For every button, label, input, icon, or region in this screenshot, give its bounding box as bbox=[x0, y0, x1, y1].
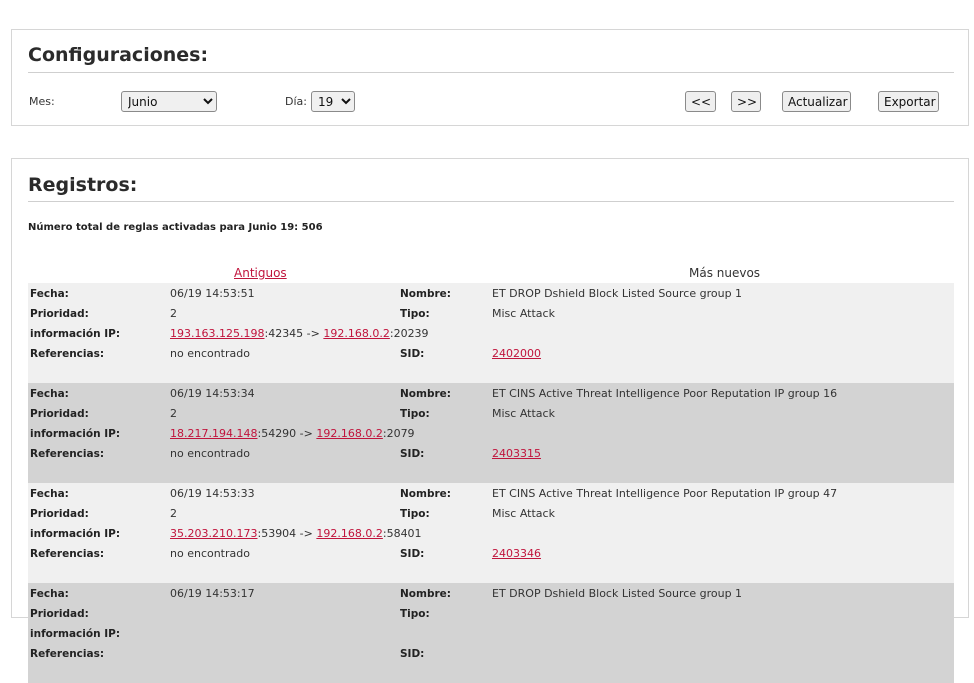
destination-port: :58401 bbox=[382, 527, 422, 540]
logs-panel: Registros: Número total de reglas activa… bbox=[11, 158, 969, 683]
day-select[interactable]: 19 bbox=[311, 91, 355, 112]
name-key: Nombre: bbox=[400, 288, 451, 300]
type-key: Tipo: bbox=[400, 608, 430, 620]
priority-key: Prioridad: bbox=[30, 408, 89, 420]
arrow-text: -> bbox=[296, 427, 317, 440]
date-key: Fecha: bbox=[30, 288, 69, 300]
destination-port: :20239 bbox=[389, 327, 429, 340]
destination-ip-link[interactable]: 192.168.0.2 bbox=[323, 327, 389, 340]
source-ip-link[interactable]: 193.163.125.198 bbox=[170, 327, 264, 340]
source-ip-link[interactable]: 18.217.194.148 bbox=[170, 427, 257, 440]
type-value: Misc Attack bbox=[492, 407, 555, 420]
date-value: 06/19 14:53:51 bbox=[170, 287, 255, 300]
source-ip-link[interactable]: 35.203.210.173 bbox=[170, 527, 257, 540]
ip-info-key: información IP: bbox=[30, 428, 121, 440]
references-key: Referencias: bbox=[30, 448, 105, 460]
ip-info-key: información IP: bbox=[30, 328, 121, 340]
log-record: Fecha: 06/19 14:53:33 Nombre: ET CINS Ac… bbox=[28, 483, 954, 583]
config-panel: Configuraciones: Mes: Junio Día: 19 << >… bbox=[11, 29, 969, 126]
next-day-button[interactable]: >> bbox=[731, 91, 761, 112]
sid-key: SID: bbox=[400, 548, 425, 560]
type-value: Misc Attack bbox=[492, 307, 555, 320]
date-key: Fecha: bbox=[30, 488, 69, 500]
date-key: Fecha: bbox=[30, 388, 69, 400]
rule-name-value: ET DROP Dshield Block Listed Source grou… bbox=[492, 287, 743, 300]
ip-info-key: información IP: bbox=[30, 528, 121, 540]
rule-name-value: ET CINS Active Threat Intelligence Poor … bbox=[492, 487, 838, 500]
destination-port: :2079 bbox=[382, 427, 415, 440]
refresh-button[interactable]: Actualizar bbox=[782, 91, 851, 112]
sid-key: SID: bbox=[400, 348, 425, 360]
type-key: Tipo: bbox=[400, 508, 430, 520]
log-record: Fecha: 06/19 14:53:17 Nombre: ET DROP Ds… bbox=[28, 583, 954, 683]
newer-label: Más nuevos bbox=[689, 266, 761, 280]
config-title-divider bbox=[28, 72, 954, 73]
sid-key: SID: bbox=[400, 648, 425, 660]
priority-value: 2 bbox=[170, 407, 177, 420]
priority-key: Prioridad: bbox=[30, 508, 89, 520]
sid-key: SID: bbox=[400, 448, 425, 460]
config-title: Configuraciones: bbox=[28, 44, 209, 66]
name-key: Nombre: bbox=[400, 488, 451, 500]
total-rules-text: Número total de reglas activadas para Ju… bbox=[28, 222, 323, 233]
type-key: Tipo: bbox=[400, 408, 430, 420]
priority-value: 2 bbox=[170, 507, 177, 520]
type-key: Tipo: bbox=[400, 308, 430, 320]
log-record: Fecha: 06/19 14:53:51 Nombre: ET DROP Ds… bbox=[28, 283, 954, 383]
references-key: Referencias: bbox=[30, 348, 105, 360]
logs-title-divider bbox=[28, 201, 954, 202]
type-value: Misc Attack bbox=[492, 507, 555, 520]
sid-link[interactable]: 2403346 bbox=[492, 547, 541, 561]
log-record: Fecha: 06/19 14:53:34 Nombre: ET CINS Ac… bbox=[28, 383, 954, 483]
day-label: Día: bbox=[285, 95, 307, 108]
month-select[interactable]: Junio bbox=[121, 91, 217, 112]
source-port: :42345 bbox=[264, 327, 304, 340]
rule-name-value: ET CINS Active Threat Intelligence Poor … bbox=[492, 387, 838, 400]
arrow-text: -> bbox=[296, 527, 317, 540]
references-value: no encontrado bbox=[170, 347, 250, 360]
older-link[interactable]: Antiguos bbox=[234, 266, 287, 280]
ip-info-value: 193.163.125.198:42345 -> 192.168.0.2:202… bbox=[170, 327, 429, 341]
arrow-text: -> bbox=[303, 327, 324, 340]
date-value: 06/19 14:53:17 bbox=[170, 587, 255, 600]
destination-ip-link[interactable]: 192.168.0.2 bbox=[316, 427, 382, 440]
date-key: Fecha: bbox=[30, 588, 69, 600]
priority-key: Prioridad: bbox=[30, 308, 89, 320]
source-port: :53904 bbox=[257, 527, 297, 540]
priority-value: 2 bbox=[170, 307, 177, 320]
records-list: Fecha: 06/19 14:53:51 Nombre: ET DROP Ds… bbox=[28, 283, 954, 683]
destination-ip-link[interactable]: 192.168.0.2 bbox=[316, 527, 382, 540]
references-value: no encontrado bbox=[170, 547, 250, 560]
prev-day-button[interactable]: << bbox=[685, 91, 716, 112]
export-button[interactable]: Exportar bbox=[878, 91, 939, 112]
sid-link[interactable]: 2402000 bbox=[492, 347, 541, 361]
ip-info-value: 35.203.210.173:53904 -> 192.168.0.2:5840… bbox=[170, 527, 422, 541]
date-value: 06/19 14:53:34 bbox=[170, 387, 255, 400]
rule-name-value: ET DROP Dshield Block Listed Source grou… bbox=[492, 587, 743, 600]
references-value: no encontrado bbox=[170, 447, 250, 460]
name-key: Nombre: bbox=[400, 588, 451, 600]
priority-key: Prioridad: bbox=[30, 608, 89, 620]
month-label: Mes: bbox=[29, 95, 55, 108]
ip-info-key: información IP: bbox=[30, 628, 121, 640]
name-key: Nombre: bbox=[400, 388, 451, 400]
ip-info-value: 18.217.194.148:54290 -> 192.168.0.2:2079 bbox=[170, 427, 415, 441]
date-value: 06/19 14:53:33 bbox=[170, 487, 255, 500]
source-port: :54290 bbox=[257, 427, 297, 440]
sid-link[interactable]: 2403315 bbox=[492, 447, 541, 461]
logs-title: Registros: bbox=[28, 174, 138, 196]
references-key: Referencias: bbox=[30, 648, 105, 660]
references-key: Referencias: bbox=[30, 548, 105, 560]
